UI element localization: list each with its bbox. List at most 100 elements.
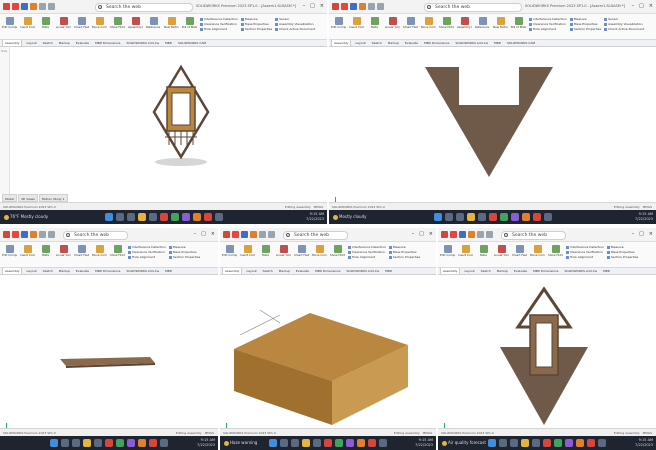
triangle-part-view[interactable] xyxy=(329,47,656,210)
spotify-icon[interactable] xyxy=(170,213,179,221)
tab-sketch[interactable]: Sketch xyxy=(41,40,55,46)
open-icon[interactable] xyxy=(39,3,46,10)
teams-icon[interactable] xyxy=(181,213,190,221)
file-explorer-icon[interactable] xyxy=(521,439,529,447)
model-tab[interactable]: 3D Views xyxy=(18,194,38,202)
close-button[interactable]: × xyxy=(429,231,433,237)
evaluate-tool[interactable]: Mass Properties xyxy=(606,250,638,254)
edge-icon[interactable] xyxy=(148,213,157,221)
teams-icon[interactable] xyxy=(510,213,519,221)
ribbon-button[interactable]: Linear Component Pattern xyxy=(276,245,291,259)
ribbon-button[interactable]: Linear Component Pattern xyxy=(56,245,71,259)
ribbon-button[interactable]: Insert Components xyxy=(20,245,35,259)
solidworks-icon[interactable] xyxy=(332,3,339,10)
settings-icon[interactable] xyxy=(160,439,168,447)
evaluate-tool[interactable]: Clearance Verification xyxy=(529,22,567,26)
ribbon-button[interactable]: Insert Components xyxy=(349,17,364,31)
solidworks-taskbar-icon[interactable] xyxy=(149,439,157,447)
evaluate-tool[interactable]: Hole Alignment xyxy=(348,255,386,259)
tab-markup[interactable]: Markup xyxy=(386,40,401,46)
task-view-icon[interactable] xyxy=(72,439,80,447)
system-clock[interactable]: 9:15 AM 7/22/2023 xyxy=(197,438,215,447)
evaluate-tool[interactable]: Section Properties xyxy=(168,255,200,259)
evaluate-tool[interactable]: Hole Alignment xyxy=(566,255,604,259)
task-view-icon[interactable] xyxy=(510,439,518,447)
ribbon-button[interactable]: Move Component xyxy=(530,245,545,259)
evaluate-tool[interactable]: Sensor xyxy=(275,17,315,21)
teams-icon[interactable] xyxy=(565,439,573,447)
ribbon-button[interactable]: Edit Component xyxy=(2,17,17,31)
tab-mbd-dimensions[interactable]: MBD Dimensions xyxy=(93,40,122,46)
tab-mbd-dimensions[interactable]: MBD Dimensions xyxy=(531,268,560,274)
close-button[interactable]: × xyxy=(649,3,653,9)
tab-assembly[interactable]: Assembly xyxy=(2,40,23,46)
evaluate-tool[interactable]: Measure xyxy=(388,245,420,249)
chrome-icon[interactable] xyxy=(543,439,551,447)
tab-mbd[interactable]: MBD xyxy=(601,268,612,274)
ribbon-button[interactable]: Bill of Materials xyxy=(182,17,197,31)
evaluate-tool[interactable]: Measure xyxy=(168,245,200,249)
evaluate-tool[interactable]: Section Properties xyxy=(240,27,272,31)
tab-solidworks-cam[interactable]: SOLIDWORKS CAM xyxy=(176,40,208,46)
ribbon-button[interactable]: Bill of Materials xyxy=(511,17,526,31)
feature-manager-panel[interactable]: Tree xyxy=(0,47,10,194)
evaluate-tool[interactable]: Interference Detection xyxy=(128,245,166,249)
system-clock[interactable]: 9:15 AM 7/22/2023 xyxy=(415,438,433,447)
ribbon-button[interactable]: Linear Component Pattern xyxy=(494,245,509,259)
edge-icon[interactable] xyxy=(532,439,540,447)
search-input[interactable]: Search the web xyxy=(63,231,128,240)
ribbon-button[interactable]: Move Component xyxy=(92,17,107,31)
ribbon-button[interactable]: Assembly Features xyxy=(128,17,143,31)
office-icon[interactable] xyxy=(521,213,530,221)
open-icon[interactable] xyxy=(477,231,484,238)
office-icon[interactable] xyxy=(357,439,365,447)
minimize-button[interactable]: – xyxy=(632,231,635,237)
gmail-icon[interactable] xyxy=(12,231,19,238)
model-tab[interactable]: Model xyxy=(2,194,18,202)
evaluate-tool[interactable]: Sensor xyxy=(604,17,644,21)
ribbon-button[interactable]: Smart Fasteners xyxy=(74,17,89,31)
open-icon[interactable] xyxy=(368,3,375,10)
ribbon-button[interactable]: New Motion Study xyxy=(493,17,508,31)
status-units[interactable]: MMGS xyxy=(423,431,432,435)
tab-mbd-dimensions[interactable]: MBD Dimensions xyxy=(313,268,342,274)
maximize-button[interactable]: □ xyxy=(201,231,206,237)
minimize-button[interactable]: – xyxy=(194,231,197,237)
evaluate-tool[interactable]: Section Properties xyxy=(388,255,420,259)
tab-solidworks-add-ins[interactable]: SOLIDWORKS Add-Ins xyxy=(124,268,161,274)
chrome-icon[interactable] xyxy=(105,439,113,447)
evaluate-tool[interactable]: Section Properties xyxy=(569,27,601,31)
chrome-icon[interactable] xyxy=(159,213,168,221)
chrome-icon[interactable] xyxy=(488,213,497,221)
save-icon[interactable] xyxy=(48,3,55,10)
tab-layout[interactable]: Layout xyxy=(24,268,38,274)
ribbon-button[interactable]: Linear Component Pattern xyxy=(56,17,71,31)
ribbon-button[interactable]: Mate xyxy=(258,245,273,259)
evaluate-tool[interactable]: Clearance Verification xyxy=(128,250,166,254)
settings-icon[interactable] xyxy=(379,439,387,447)
new-document-icon[interactable] xyxy=(30,231,37,238)
save-icon[interactable] xyxy=(268,231,275,238)
solidworks-icon[interactable] xyxy=(3,3,10,10)
teams-icon[interactable] xyxy=(127,439,135,447)
tab-solidworks-add-ins[interactable]: SOLIDWORKS Add-Ins xyxy=(562,268,599,274)
home-icon[interactable] xyxy=(459,231,466,238)
spotify-icon[interactable] xyxy=(116,439,124,447)
tab-sketch[interactable]: Sketch xyxy=(261,268,275,274)
taskbar-search-icon[interactable] xyxy=(115,213,124,221)
evaluate-tool[interactable]: Interference Detection xyxy=(566,245,604,249)
ribbon-button[interactable]: Mate xyxy=(38,245,53,259)
tab-evaluate[interactable]: Evaluate xyxy=(294,268,311,274)
settings-icon[interactable] xyxy=(598,439,606,447)
tab-solidworks-add-ins[interactable]: SOLIDWORKS Add-Ins xyxy=(124,40,161,46)
evaluate-tool[interactable]: Mass Properties xyxy=(168,250,200,254)
tab-sketch[interactable]: Sketch xyxy=(41,268,55,274)
evaluate-tool[interactable]: Mass Properties xyxy=(569,22,601,26)
search-input[interactable]: Search the web xyxy=(95,3,193,12)
evaluate-tool[interactable]: Check Active Document xyxy=(275,27,315,31)
status-units[interactable]: MMGS xyxy=(205,431,214,435)
solidworks-taskbar-icon[interactable] xyxy=(368,439,376,447)
settings-icon[interactable] xyxy=(543,213,552,221)
task-view-icon[interactable] xyxy=(455,213,464,221)
new-document-icon[interactable] xyxy=(359,3,366,10)
